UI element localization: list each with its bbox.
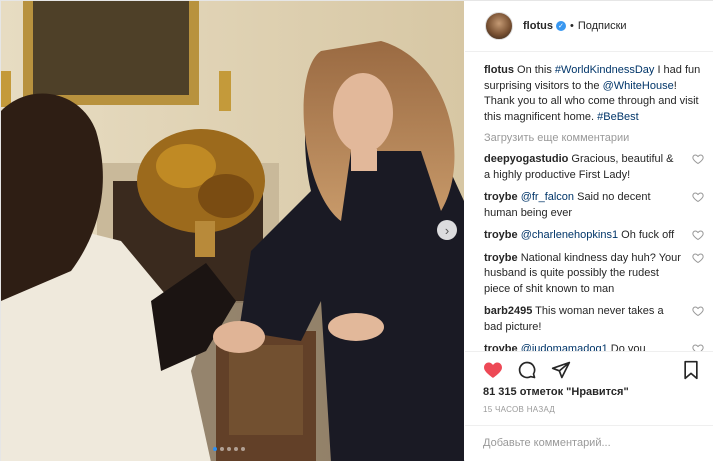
bookmark-icon[interactable] [681,360,701,380]
post-caption: flotus On this #WorldKindnessDay I had f… [484,63,704,125]
share-icon[interactable] [551,360,571,380]
comment-text: Oh fuck off [618,229,675,241]
mention-link[interactable]: @WhiteHouse [603,80,674,92]
comments-list[interactable]: flotus On this #WorldKindnessDay I had f… [484,63,704,351]
post-photo[interactable]: › [1,1,464,461]
comment-item: troybe National kindness day huh? Your h… [484,251,704,298]
hashtag-link[interactable]: #BeBest [597,111,639,123]
comment-username[interactable]: deepyogastudio [484,153,568,165]
carousel-dot [227,447,231,451]
comment-username[interactable]: troybe [484,252,518,264]
heart-icon[interactable] [692,191,704,203]
header-username[interactable]: flotus [523,20,553,32]
comment-item: troybe @fr_falcon Said no decent human b… [484,190,704,221]
instagram-post: › flotus ✓ • Подписки flotus On this #Wo… [0,0,713,461]
add-comment-bar [465,425,713,461]
post-actions: 81 315 отметок "Нравится" 15 часов назад [465,351,713,414]
mention-link[interactable]: @charlenehopkins1 [521,229,618,241]
separator-bullet: • [569,20,574,32]
carousel-dot [234,447,238,451]
comment-item: barb2495 This woman never takes a bad pi… [484,304,704,335]
caption-username[interactable]: flotus [484,64,514,76]
heart-icon[interactable] [692,343,704,351]
heart-icon[interactable] [692,252,704,264]
verified-icon: ✓ [555,21,566,31]
heart-icon[interactable] [692,229,704,241]
photo-illustration [1,1,464,461]
comment-item: troybe @charlenehopkins1 Oh fuck off [484,228,704,244]
next-photo-button[interactable]: › [437,220,457,240]
comment-input[interactable] [483,437,693,449]
caption-text: On this [517,64,555,76]
likes-count[interactable]: 81 315 отметок "Нравится" [483,386,629,398]
comment-item: deepyogastudio Gracious, beautiful & a h… [484,152,704,183]
comment-username[interactable]: troybe [484,229,518,241]
mention-link[interactable]: @fr_falcon [521,191,574,203]
carousel-dot [241,447,245,451]
comment-icon[interactable] [517,360,537,380]
hashtag-link[interactable]: #WorldKindnessDay [555,64,654,76]
avatar[interactable] [485,12,513,40]
heart-icon[interactable] [692,305,704,317]
load-more-comments-button[interactable]: Загрузить еще комментарии [484,131,704,145]
heart-icon[interactable] [483,360,503,380]
chevron-right-icon: › [444,222,450,238]
comment-item: troybe @judomamadog1 Do you seriously no… [484,342,704,351]
carousel-dot [213,447,217,451]
post-sidebar: flotus ✓ • Подписки flotus On this #Worl… [465,1,713,461]
heart-icon[interactable] [692,153,704,165]
post-timestamp[interactable]: 15 часов назад [483,405,555,414]
comment-username[interactable]: troybe [484,191,518,203]
following-button[interactable]: Подписки [578,20,627,32]
mention-link[interactable]: @judomamadog1 [521,343,608,351]
comment-username[interactable]: barb2495 [484,305,532,317]
carousel-dot [220,447,224,451]
action-icons [483,360,571,380]
carousel-indicator [213,447,245,451]
comment-username[interactable]: troybe [484,343,518,351]
post-header: flotus ✓ • Подписки [465,1,713,52]
